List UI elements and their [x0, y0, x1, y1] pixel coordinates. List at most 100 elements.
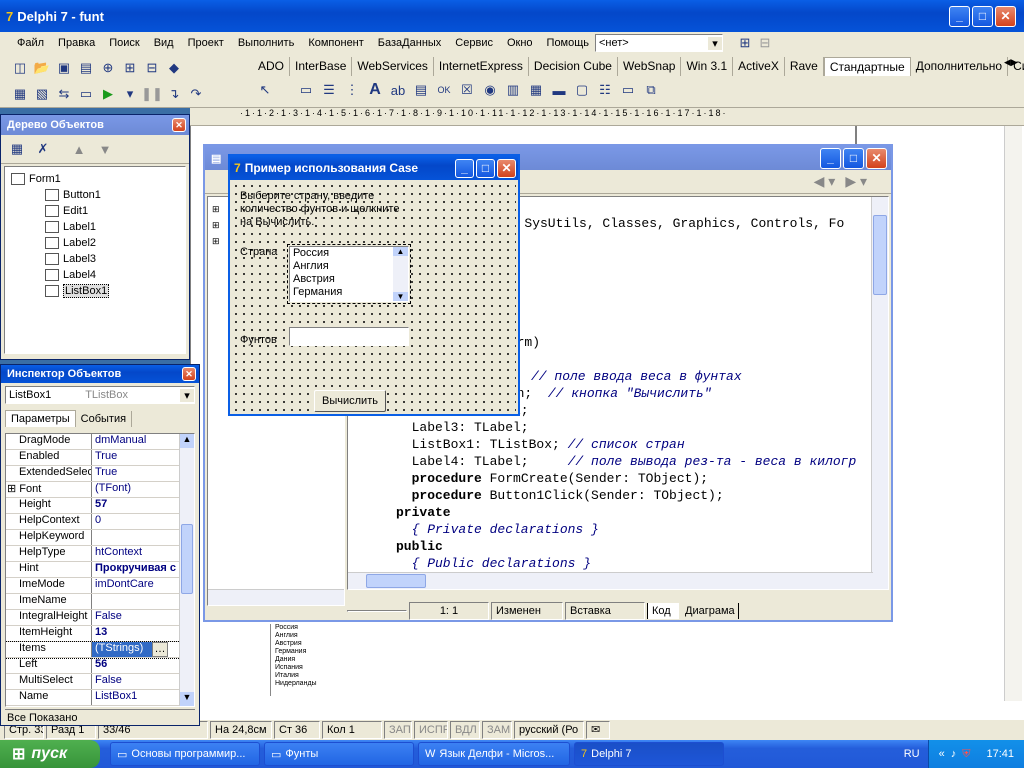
- radio-icon[interactable]: ◉: [480, 80, 500, 100]
- main-menu-icon[interactable]: ☰: [319, 80, 339, 100]
- listbox-icon[interactable]: ▥: [503, 80, 523, 100]
- menu-search[interactable]: Поиск: [102, 32, 146, 54]
- tree-item[interactable]: Edit1: [5, 203, 185, 219]
- scroll-down-icon[interactable]: ▼: [393, 292, 408, 301]
- taskbar-item-funty[interactable]: ▭ Фунты: [264, 742, 414, 766]
- ellipsis-button[interactable]: …: [152, 642, 168, 657]
- delete-item-icon[interactable]: ✗: [33, 139, 53, 159]
- add-file-icon[interactable]: ⊞: [120, 58, 140, 78]
- calculate-button[interactable]: Вычислить: [314, 390, 386, 412]
- taskbar-item-delphi[interactable]: 7 Delphi 7: [574, 742, 724, 766]
- tab-code[interactable]: Код: [647, 603, 679, 619]
- tab-standard[interactable]: Стандартные: [823, 57, 911, 76]
- tab-websnap[interactable]: WebSnap: [618, 57, 682, 76]
- property-value[interactable]: [92, 530, 184, 545]
- menu-tools[interactable]: Сервис: [448, 32, 500, 54]
- save-desktop-icon[interactable]: ⊞: [735, 33, 755, 53]
- debug-desktop-icon[interactable]: ⊟: [755, 33, 775, 53]
- property-row[interactable]: Enabled True: [6, 450, 184, 466]
- close-button[interactable]: ✕: [995, 5, 1016, 27]
- tree-item[interactable]: Label3: [5, 251, 185, 267]
- explorer-expand-icon[interactable]: ⊞ ⊞ ⊞: [212, 201, 220, 249]
- property-value[interactable]: 0: [92, 514, 184, 529]
- new-form-icon[interactable]: ▭: [76, 84, 96, 104]
- label-icon[interactable]: A: [365, 80, 385, 100]
- inspector-close-button[interactable]: ✕: [182, 367, 196, 381]
- form-canvas[interactable]: Выберите страну, введите количество фунт…: [232, 182, 516, 414]
- chevron-down-icon[interactable]: ▾: [708, 36, 722, 50]
- property-row[interactable]: IntegralHeight False: [6, 610, 184, 626]
- property-value[interactable]: True: [92, 450, 184, 465]
- property-value[interactable]: False: [92, 674, 184, 689]
- code-scroll-thumb[interactable]: [873, 215, 887, 295]
- tree-item[interactable]: Label1: [5, 219, 185, 235]
- actionlist-icon[interactable]: ⧉: [641, 80, 661, 100]
- pointer-icon[interactable]: ↖: [255, 80, 275, 100]
- scroll-down-icon[interactable]: ▼: [180, 692, 194, 706]
- tree-item[interactable]: Button1: [5, 187, 185, 203]
- chevron-down-icon[interactable]: ▾: [180, 388, 194, 402]
- trace-into-icon[interactable]: ↴: [164, 84, 184, 104]
- menu-component[interactable]: Компонент: [301, 32, 370, 54]
- property-value[interactable]: 57: [92, 498, 184, 513]
- property-row[interactable]: ExtendedSelec True: [6, 466, 184, 482]
- step-over-icon[interactable]: ↷: [186, 84, 206, 104]
- radiogroup-icon[interactable]: ☷: [595, 80, 615, 100]
- pause-icon[interactable]: ❚❚: [141, 84, 163, 104]
- property-row[interactable]: HelpKeyword: [6, 530, 184, 546]
- help-book-icon[interactable]: ◆: [164, 58, 184, 78]
- config-combo[interactable]: <нет> ▾: [595, 34, 723, 52]
- memo-icon[interactable]: ▤: [411, 80, 431, 100]
- code-hscrollbar[interactable]: [348, 572, 873, 589]
- taskbar-item-word[interactable]: W Язык Делфи - Micros...: [418, 742, 570, 766]
- code-vscrollbar[interactable]: [871, 197, 888, 589]
- button-icon[interactable]: OK: [434, 80, 454, 100]
- property-value[interactable]: 13: [92, 626, 184, 641]
- scroll-thumb[interactable]: [181, 524, 193, 594]
- menu-window[interactable]: Окно: [500, 32, 540, 54]
- tree-item-selected[interactable]: ListBox1: [5, 283, 185, 299]
- scroll-up-icon[interactable]: ▲: [180, 434, 194, 448]
- start-button[interactable]: ⊞ пуск: [0, 740, 100, 768]
- scrollbar-icon[interactable]: ▬: [549, 80, 569, 100]
- tab-webservices[interactable]: WebServices: [352, 57, 434, 76]
- listbox-scrollbar[interactable]: ▲ ▼: [393, 247, 408, 301]
- property-value[interactable]: (TFont): [92, 482, 184, 497]
- tab-properties[interactable]: Параметры: [5, 410, 76, 427]
- new-icon[interactable]: ◫: [10, 58, 30, 78]
- view-form-icon[interactable]: ▧: [32, 84, 52, 104]
- tab-internetexpress[interactable]: InternetExpress: [434, 57, 529, 76]
- list-item[interactable]: Англия: [290, 260, 408, 273]
- form-maximize-button[interactable]: □: [476, 158, 495, 178]
- property-value[interactable]: True: [92, 466, 184, 481]
- editor-close-button[interactable]: ✕: [866, 147, 887, 169]
- frames-icon[interactable]: ▭: [296, 80, 316, 100]
- arrow-right-icon[interactable]: ▶ ▾: [845, 173, 867, 190]
- menu-file[interactable]: Файл: [10, 32, 51, 54]
- view-unit-icon[interactable]: ▦: [10, 84, 30, 104]
- property-row[interactable]: ImeMode imDontCare: [6, 578, 184, 594]
- menu-database[interactable]: БазаДанных: [371, 32, 449, 54]
- property-row[interactable]: Left 56: [6, 658, 184, 674]
- toggle-form-unit-icon[interactable]: ⇆: [54, 84, 74, 104]
- remove-file-icon[interactable]: ⊟: [142, 58, 162, 78]
- volume-icon[interactable]: ♪: [951, 748, 957, 760]
- palette-scroll[interactable]: ◀▶: [1004, 57, 1018, 68]
- property-row[interactable]: Height 57: [6, 498, 184, 514]
- menu-view[interactable]: Вид: [147, 32, 181, 54]
- property-row[interactable]: Name ListBox1: [6, 690, 184, 706]
- country-listbox[interactable]: Россия Англия Австрия Германия ▲ ▼: [287, 244, 411, 304]
- property-row[interactable]: HelpType htContext: [6, 546, 184, 562]
- form-minimize-button[interactable]: _: [455, 158, 474, 178]
- save-all-icon[interactable]: ▤: [76, 58, 96, 78]
- property-row[interactable]: DragMode dmManual: [6, 434, 184, 450]
- pounds-input[interactable]: [289, 327, 409, 346]
- tab-additional[interactable]: Дополнительно: [911, 57, 1009, 76]
- tab-events[interactable]: События: [76, 411, 133, 427]
- tab-win31[interactable]: Win 3.1: [681, 57, 734, 76]
- panel-icon[interactable]: ▭: [618, 80, 638, 100]
- property-value[interactable]: Прокручивая с: [92, 562, 184, 577]
- save-icon[interactable]: ▣: [54, 58, 74, 78]
- menu-help[interactable]: Помощь: [540, 32, 597, 54]
- new-item-icon[interactable]: ▦: [7, 139, 27, 159]
